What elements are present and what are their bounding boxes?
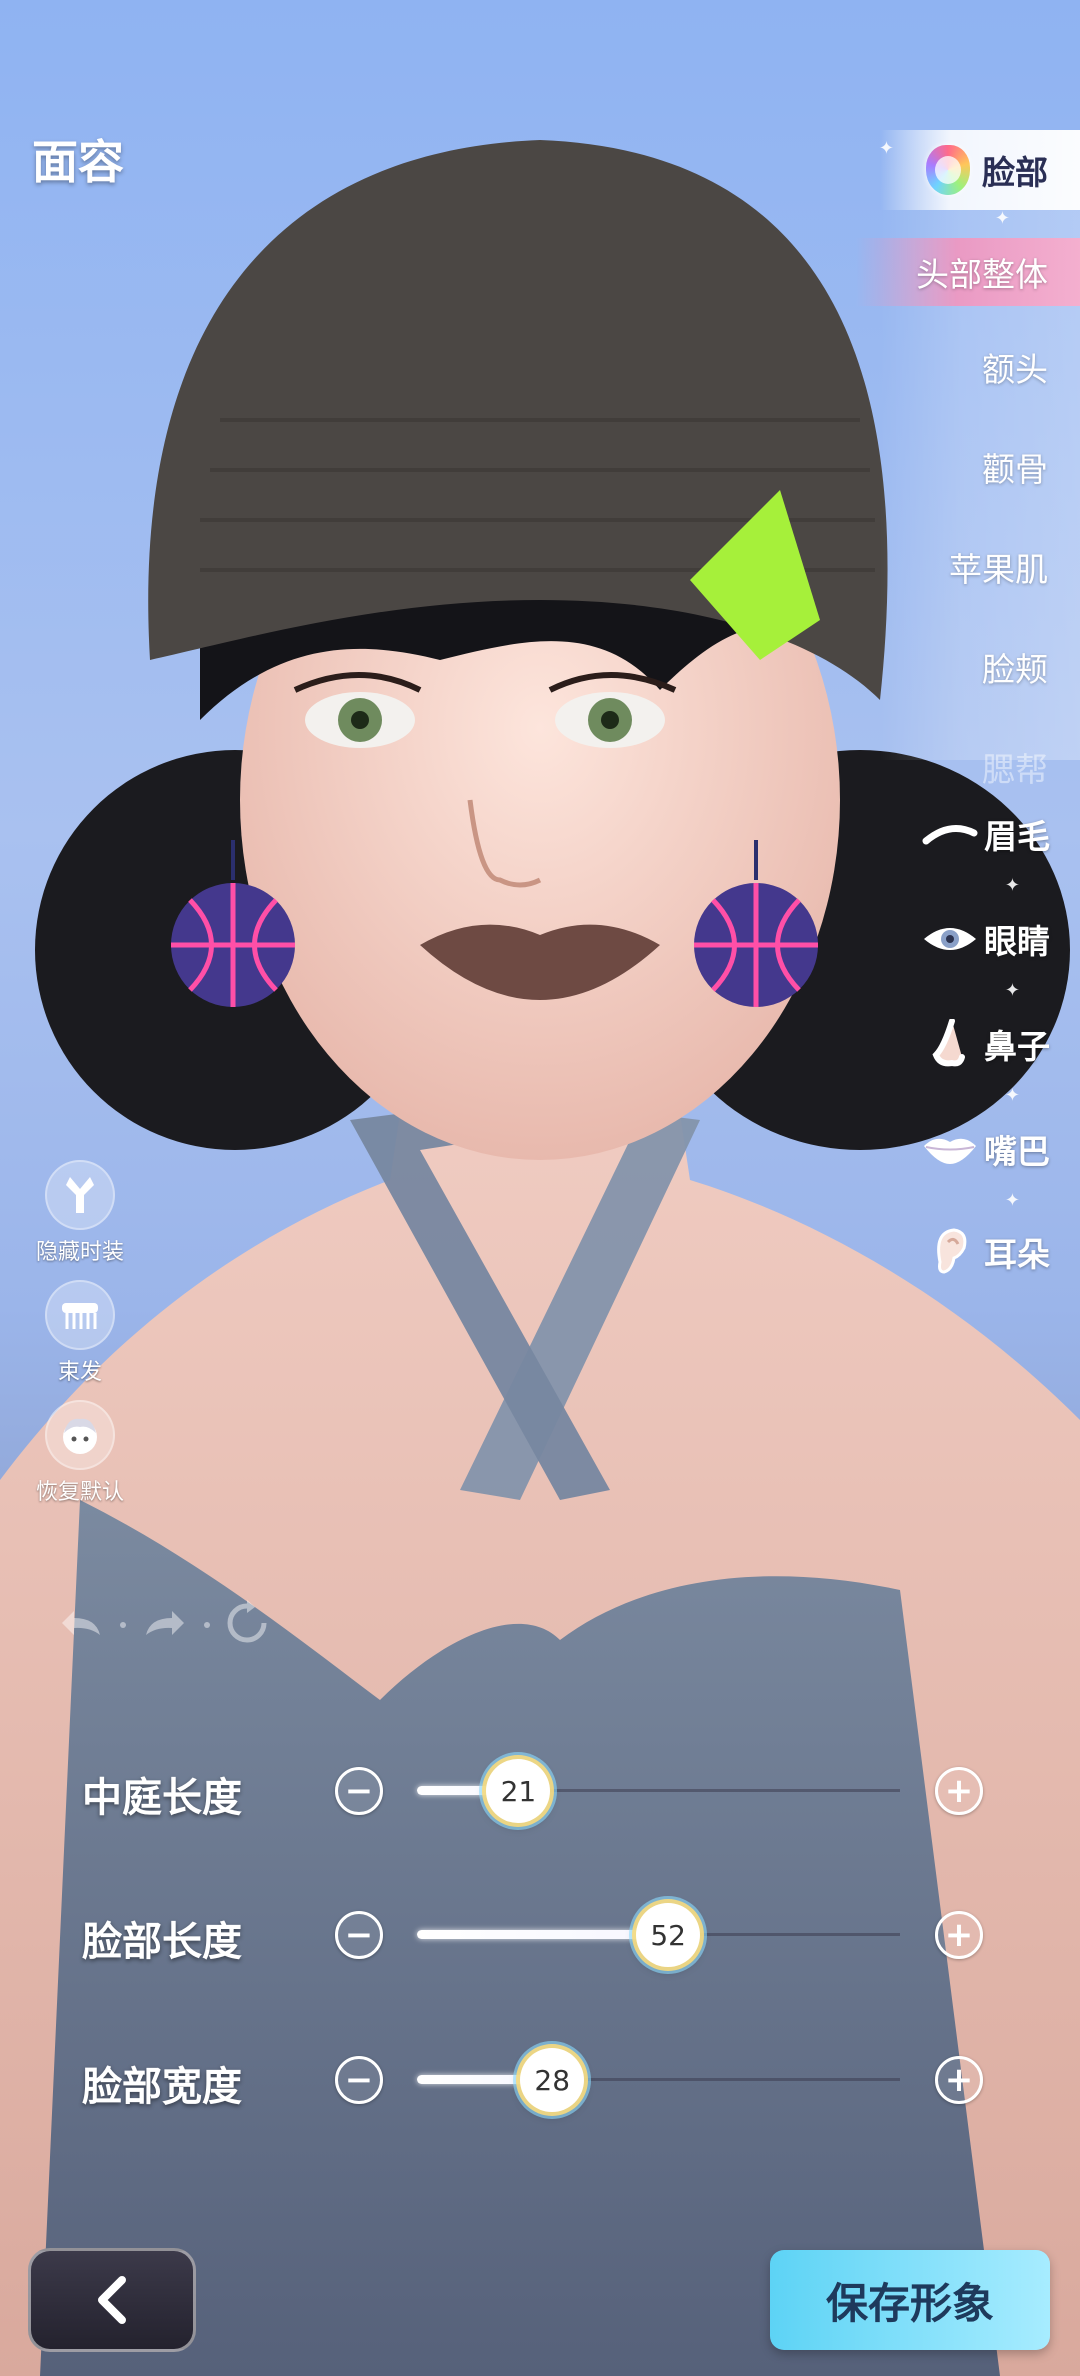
chevron-left-icon [98, 2276, 126, 2324]
history-separator [204, 1622, 210, 1628]
slider-label: 脸部长度 [82, 1919, 242, 1965]
slider-thumb[interactable]: 21 [486, 1759, 551, 1823]
slider-fill [417, 1930, 669, 1939]
sparkle-icon: ✦ [1004, 1190, 1020, 1211]
slider-thumb[interactable]: 52 [636, 1903, 701, 1967]
tie-hair-button[interactable]: 束发 [28, 1280, 132, 1386]
nose-icon [922, 1019, 978, 1067]
sparkle-icon: ✦ [1004, 980, 1020, 1001]
feature-eyes-label: 眼睛 [984, 922, 1050, 961]
redo-icon[interactable] [140, 1605, 190, 1645]
reset-icon[interactable] [224, 1600, 270, 1650]
slider-row-midface-length: 中庭长度 − 21 + [0, 1751, 1080, 1831]
sub-item-head-overall[interactable]: 头部整体 [856, 238, 1080, 306]
slider-track[interactable]: 52 [417, 1903, 900, 1967]
tie-hair-label: 束发 [57, 1360, 102, 1385]
eyebrow-icon [922, 812, 978, 856]
feature-mouth[interactable]: 嘴巴 [922, 1125, 1050, 1173]
feature-nose[interactable]: 鼻子 [922, 1019, 1050, 1068]
sparkle-icon: ✦ [1004, 875, 1020, 896]
save-look-button[interactable]: 保存形象 [770, 2250, 1050, 2350]
category-face-label: 脸部 [982, 153, 1048, 192]
sparkle-icon: ✦ [994, 208, 1010, 229]
sub-item-jaw[interactable]: 腮帮 [982, 743, 1048, 791]
lips-icon [922, 1127, 978, 1171]
hide-outfit-label: 隐藏时装 [35, 1240, 124, 1265]
slider-row-face-length: 脸部长度 − 52 + [0, 1895, 1080, 1975]
sub-item-apple-cheek[interactable]: 苹果肌 [949, 543, 1048, 591]
undo-icon[interactable] [56, 1605, 106, 1645]
hide-outfit-button[interactable]: 隐藏时装 [28, 1160, 132, 1266]
eye-icon [922, 917, 978, 961]
ear-icon [922, 1228, 978, 1274]
sparkle-icon: ✦ [1004, 1085, 1020, 1106]
sub-item-forehead[interactable]: 额头 [982, 343, 1048, 391]
slider-row-face-width: 脸部宽度 − 28 + [0, 2040, 1080, 2120]
restore-default-label: 恢复默认 [35, 1480, 124, 1505]
sub-item-cheek[interactable]: 脸颊 [982, 643, 1048, 691]
comb-icon [45, 1280, 115, 1350]
increase-button[interactable]: + [935, 1911, 983, 1959]
history-controls [56, 1600, 270, 1650]
decrease-button[interactable]: − [335, 1911, 383, 1959]
category-face-tab[interactable]: 脸部 [880, 130, 1080, 210]
slider-label: 中庭长度 [82, 1775, 242, 1821]
slider-track[interactable]: 28 [417, 2048, 900, 2112]
face-reset-icon [45, 1400, 115, 1470]
slider-thumb[interactable]: 28 [520, 2048, 585, 2112]
feature-ears-label: 耳朵 [984, 1235, 1050, 1274]
back-button[interactable] [28, 2248, 196, 2352]
slider-label: 脸部宽度 [82, 2064, 242, 2110]
page-title: 面容 [32, 135, 124, 189]
feature-eyebrow[interactable]: 眉毛 [922, 810, 1050, 858]
restore-default-button[interactable]: 恢复默认 [28, 1400, 132, 1506]
feature-eyebrow-label: 眉毛 [984, 817, 1050, 856]
sub-item-cheekbone[interactable]: 颧骨 [982, 443, 1048, 491]
feature-nose-label: 鼻子 [984, 1027, 1050, 1066]
sparkle-icon: ✦ [878, 138, 894, 159]
decrease-button[interactable]: − [335, 2056, 383, 2104]
decrease-button[interactable]: − [335, 1767, 383, 1815]
category-panel-background [880, 130, 1080, 760]
history-separator [120, 1622, 126, 1628]
increase-button[interactable]: + [935, 1767, 983, 1815]
slider-track[interactable]: 21 [417, 1759, 900, 1823]
feature-ears[interactable]: 耳朵 [922, 1228, 1050, 1276]
rainbow-face-icon [926, 145, 970, 195]
hide-outfit-icon [45, 1160, 115, 1230]
increase-button[interactable]: + [935, 2056, 983, 2104]
feature-mouth-label: 嘴巴 [984, 1132, 1050, 1171]
feature-eyes[interactable]: 眼睛 [922, 915, 1050, 963]
